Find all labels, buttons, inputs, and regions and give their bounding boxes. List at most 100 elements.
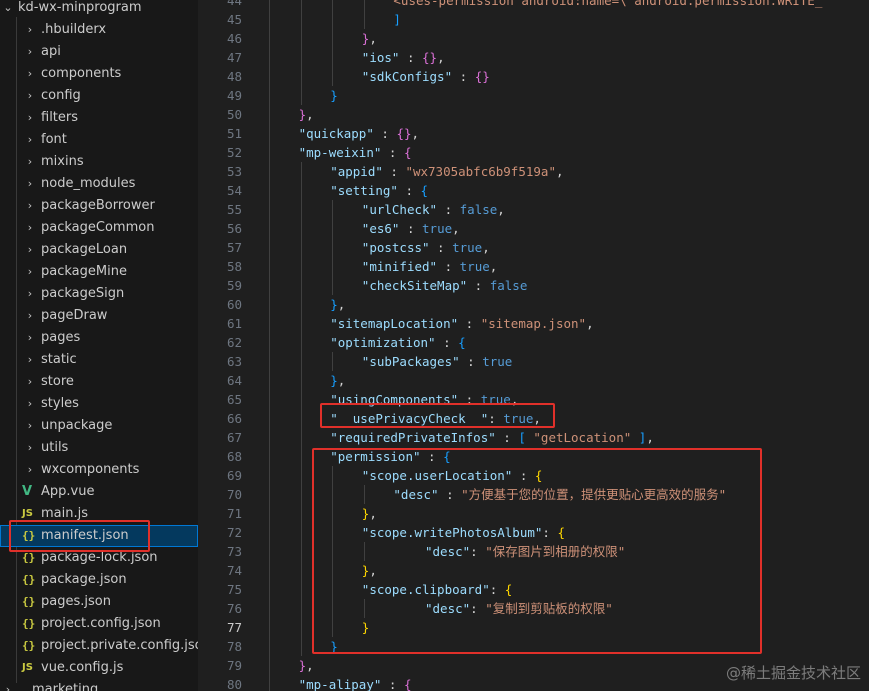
code-line: "sdkConfigs" : {} (362, 67, 490, 86)
code-token: : (381, 145, 404, 160)
tree-item[interactable]: › filters (0, 107, 198, 129)
tree-item[interactable]: › wxcomponents (0, 459, 198, 481)
chevron-right-icon: › (27, 265, 33, 278)
code-token: "mp-weixin" (298, 145, 382, 160)
code-token: } (330, 88, 338, 103)
code-token: "postcss" (361, 240, 430, 255)
code-line: }, (330, 371, 345, 390)
chevron-right-icon: › (27, 463, 33, 476)
line-number: 48 (226, 69, 242, 84)
line-number: 77 (226, 620, 242, 635)
tree-item[interactable]: › packageSign (0, 283, 198, 305)
code-line: }, (330, 295, 345, 314)
tree-item[interactable]: {} project.config.json (0, 613, 198, 635)
tree-item-label: wxcomponents (41, 462, 140, 477)
code-token: "es6" (361, 221, 400, 236)
tree-item-label: components (41, 66, 122, 81)
chevron-right-icon: › (5, 683, 11, 691)
code-token: <uses-permission android:name=\"android.… (393, 0, 823, 8)
code-token: ] (393, 12, 401, 27)
chevron-right-icon: › (27, 419, 33, 432)
tree-item[interactable]: › components (0, 63, 198, 85)
code-line: "subPackages" : true (362, 352, 513, 371)
tree-item[interactable]: {} pages.json (0, 591, 198, 613)
code-token: true (422, 221, 453, 236)
line-number: 58 (226, 259, 242, 274)
line-number: 50 (226, 107, 242, 122)
code-token: : (452, 69, 475, 84)
line-number: 44 (226, 0, 242, 8)
code-token: , (646, 430, 654, 445)
chevron-right-icon: › (27, 155, 33, 168)
code-token: , (306, 658, 314, 673)
code-token: "minified" (361, 259, 438, 274)
tree-item[interactable]: › font (0, 129, 198, 151)
chevron-right-icon: › (27, 177, 33, 190)
tree-item[interactable]: › utils (0, 437, 198, 459)
code-token: "checkSiteMap" (361, 278, 468, 293)
chevron-right-icon: › (27, 133, 33, 146)
code-token: : (467, 278, 490, 293)
tree-item[interactable]: V App.vue (0, 481, 198, 503)
code-token: : (373, 126, 397, 141)
code-line: "mp-weixin" : { (299, 143, 412, 162)
code-token: : (397, 183, 421, 198)
tree-item[interactable]: › pageDraw (0, 305, 198, 327)
code-token: [ (518, 430, 526, 445)
tree-item[interactable]: › packageMine (0, 261, 198, 283)
code-token: false (489, 278, 528, 293)
tree-item[interactable]: {} package.json (0, 569, 198, 591)
tree-item[interactable]: › packageCommon (0, 217, 198, 239)
code-token: , (337, 297, 346, 312)
vue-file-icon: V (22, 484, 33, 499)
line-number-gutter: 44 45 46 47 48 49 50 51 52 53 54 55 56 57 58 59 60 61 62 63… (198, 0, 258, 691)
code-token: : (437, 259, 460, 274)
watermark: @稀土掘金技术社区 (725, 664, 861, 682)
chevron-right-icon: › (27, 89, 33, 102)
indent-guide (300, 0, 302, 105)
annotation-box-privacy-check (320, 403, 555, 428)
tree-item[interactable]: › store (0, 371, 198, 393)
json-file-icon: {} (22, 617, 36, 630)
line-number: 57 (226, 240, 242, 255)
tree-item[interactable]: › packageBorrower (0, 195, 198, 217)
line-number: 66 (226, 411, 242, 426)
tree-item[interactable]: › unpackage (0, 415, 198, 437)
code-token: "subPackages" (361, 354, 460, 369)
tree-item-label: styles (41, 396, 79, 411)
code-token: , (482, 240, 490, 255)
code-token: true (459, 259, 490, 274)
code-token: "urlCheck" (361, 202, 438, 217)
line-number: 67 (226, 430, 242, 445)
chevron-right-icon: › (27, 243, 33, 256)
tree-item[interactable]: › config (0, 85, 198, 107)
next-root-folder[interactable]: › marketing (0, 679, 198, 691)
tree-item[interactable]: › static (0, 349, 198, 371)
tree-item-label: packageBorrower (41, 198, 155, 213)
tree-item[interactable]: › api (0, 41, 198, 63)
tree-item-label: project.config.json (41, 616, 161, 631)
code-token: } (330, 373, 338, 388)
tree-item[interactable]: › pages (0, 327, 198, 349)
tree-item[interactable]: › mixins (0, 151, 198, 173)
code-token: {} (422, 50, 438, 65)
tree-item[interactable]: JS vue.config.js (0, 657, 198, 679)
tree-item-label: config (41, 88, 81, 103)
tree-item[interactable]: › node_modules (0, 173, 198, 195)
chevron-right-icon: › (27, 331, 33, 344)
code-line: }, (299, 656, 314, 675)
code-token: {} (396, 126, 412, 141)
tree-item-label: utils (41, 440, 69, 455)
line-number: 56 (226, 221, 242, 236)
root-folder[interactable]: ⌄ kd-wx-minprogram (0, 0, 198, 19)
tree-item-label: .hbuilderx (41, 22, 107, 37)
tree-item-label: api (41, 44, 61, 59)
tree-item[interactable]: › packageLoan (0, 239, 198, 261)
code-line: "setting" : { (330, 181, 428, 200)
tree-item[interactable]: {} project.private.config.json (0, 635, 198, 657)
code-token: : (435, 335, 459, 350)
tree-item[interactable]: › .hbuilderx (0, 19, 198, 41)
code-token: "setting" (330, 183, 398, 198)
tree-item[interactable]: › styles (0, 393, 198, 415)
